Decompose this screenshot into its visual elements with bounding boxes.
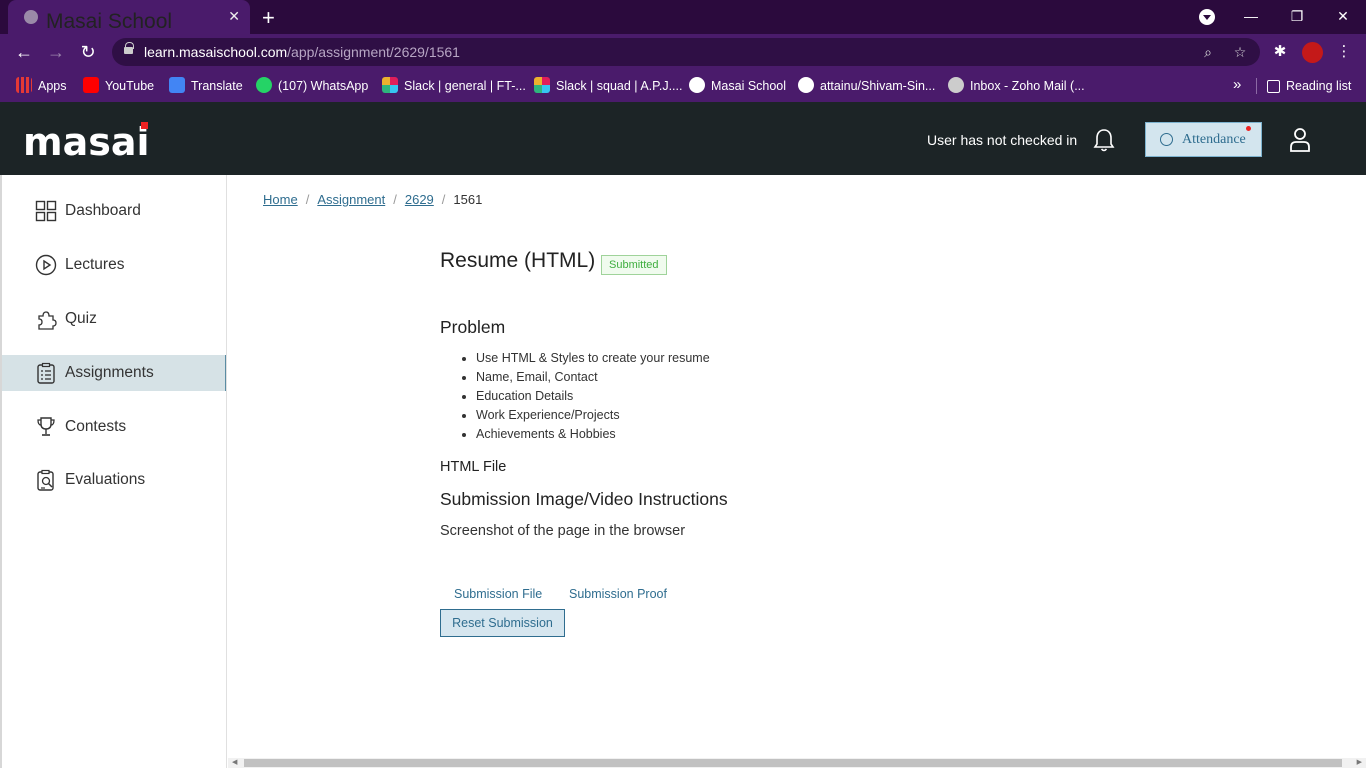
bookmark-slack-general[interactable]: Slack | general | FT-...	[382, 77, 526, 95]
lock-icon[interactable]	[124, 42, 134, 57]
clipboard-icon	[37, 362, 55, 384]
bookmark-slack-squad[interactable]: Slack | squad | A.P.J....	[534, 77, 682, 95]
submission-file-link[interactable]: Submission File	[454, 587, 542, 601]
breadcrumb-home-link[interactable]: Home	[263, 192, 298, 207]
forward-icon[interactable]: →	[44, 40, 68, 64]
sidebar-item-lectures[interactable]: Lectures	[2, 247, 226, 283]
scroll-left-icon[interactable]: ◀	[232, 758, 237, 766]
bookmark-masai-school[interactable]: Masai School	[689, 77, 786, 95]
menu-kebab-icon[interactable]: ⋮	[1334, 42, 1354, 62]
checkin-status: User has not checked in	[927, 132, 1078, 148]
breadcrumb-separator: /	[441, 192, 446, 207]
assignment-title: Resume (HTML)	[440, 249, 596, 272]
masai-favicon-icon	[689, 77, 705, 93]
new-tab-icon[interactable]: +	[262, 5, 275, 31]
address-bar[interactable]: learn.masaischool.com/app/assignment/262…	[112, 38, 1260, 66]
zoom-icon[interactable]: ⌕	[1198, 42, 1218, 62]
tab-title: Masai School	[46, 10, 173, 33]
problem-heading: Problem	[440, 317, 506, 337]
breadcrumb-assignment-link[interactable]: Assignment	[317, 192, 385, 207]
list-item: Work Experience/Projects	[476, 407, 710, 426]
attendance-button[interactable]: Attendance	[1145, 122, 1262, 157]
youtube-icon	[83, 77, 99, 93]
sidebar-item-quiz[interactable]: Quiz	[2, 301, 226, 337]
bookmarks-divider	[1256, 78, 1257, 94]
status-badge: Submitted	[601, 255, 667, 275]
back-icon[interactable]: ←	[12, 40, 36, 64]
breadcrumb-id-link[interactable]: 2629	[405, 192, 434, 207]
trophy-icon	[37, 417, 55, 436]
user-profile-icon[interactable]	[1288, 127, 1312, 153]
sidebar-item-evaluations[interactable]: Evaluations	[2, 462, 226, 498]
bookmark-translate[interactable]: Translate	[169, 77, 243, 95]
file-type-label: HTML File	[440, 459, 507, 475]
apps-grid-icon	[16, 77, 32, 93]
slack-icon	[382, 77, 398, 93]
bookmark-whatsapp[interactable]: (107) WhatsApp	[256, 77, 368, 95]
sidebar-item-dashboard[interactable]: Dashboard	[2, 193, 226, 229]
problem-list: Use HTML & Styles to create your resume …	[476, 350, 710, 445]
bookmark-youtube[interactable]: YouTube	[83, 77, 154, 95]
attendance-notification-dot	[1246, 126, 1251, 131]
tab-search-icon[interactable]	[1199, 9, 1215, 25]
zoho-mail-icon	[948, 77, 964, 93]
breadcrumb-separator: /	[393, 192, 397, 207]
url-text[interactable]: learn.masaischool.com/app/assignment/262…	[144, 44, 460, 60]
submission-instruction-text: Screenshot of the page in the browser	[440, 523, 686, 539]
restore-icon[interactable]: ❐	[1274, 0, 1320, 34]
minimize-icon[interactable]: —	[1228, 0, 1274, 34]
reload-icon[interactable]: ↻	[76, 40, 100, 64]
logo-dot	[140, 122, 148, 129]
close-window-icon[interactable]: ✕	[1320, 0, 1366, 34]
scrollbar-thumb[interactable]	[244, 759, 1342, 767]
evaluation-icon	[37, 469, 54, 491]
slack-icon	[534, 77, 550, 93]
reading-list-button[interactable]: Reading list	[1267, 77, 1351, 95]
profile-avatar-icon[interactable]	[1302, 42, 1323, 63]
browser-tab-bar: Masai School ✕ + — ❐ ✕	[0, 0, 1366, 34]
horizontal-scrollbar[interactable]: ◀ ▶	[228, 758, 1366, 768]
bookmark-star-icon[interactable]: ☆	[1230, 42, 1250, 62]
play-icon	[35, 254, 57, 276]
translate-icon	[169, 77, 185, 93]
github-icon	[798, 77, 814, 93]
whatsapp-icon	[256, 77, 272, 93]
puzzle-icon	[38, 311, 57, 330]
scroll-right-icon[interactable]: ▶	[1357, 758, 1362, 766]
more-bookmarks-icon[interactable]: »	[1233, 76, 1241, 93]
browser-toolbar: ← → ↻ learn.masaischool.com/app/assignme…	[0, 34, 1366, 70]
breadcrumb: Home / Assignment / 2629 / 1561	[263, 192, 482, 207]
reset-submission-button[interactable]: Reset Submission	[440, 609, 565, 637]
masai-logo[interactable]: masai	[23, 120, 150, 164]
list-item: Achievements & Hobbies	[476, 426, 710, 445]
bookmarks-bar: Apps YouTube Translate (107) WhatsApp Sl…	[0, 70, 1366, 102]
list-item: Name, Email, Contact	[476, 369, 710, 388]
browser-tab[interactable]: Masai School ✕	[8, 0, 250, 34]
breadcrumb-current: 1561	[453, 192, 483, 207]
bookmark-github[interactable]: attainu/Shivam-Sin...	[798, 77, 935, 95]
reading-list-icon	[1267, 80, 1280, 93]
attendance-clock-icon	[1160, 133, 1173, 146]
submission-proof-link[interactable]: Submission Proof	[569, 587, 667, 601]
close-tab-icon[interactable]: ✕	[228, 8, 240, 25]
sidebar-item-contests[interactable]: Contests	[2, 409, 226, 445]
globe-icon	[24, 10, 38, 24]
sidebar-item-assignments[interactable]: Assignments	[2, 355, 226, 391]
bookmark-apps[interactable]: Apps	[16, 77, 67, 95]
extensions-icon[interactable]: ✱	[1270, 42, 1290, 62]
list-item: Use HTML & Styles to create your resume	[476, 350, 710, 369]
submission-instructions-heading: Submission Image/Video Instructions	[440, 489, 728, 509]
list-item: Education Details	[476, 388, 710, 407]
dashboard-icon	[35, 200, 57, 222]
breadcrumb-separator: /	[305, 192, 310, 207]
bookmark-zoho-mail[interactable]: Inbox - Zoho Mail (...	[948, 77, 1085, 95]
app-header: masai User has not checked in Attendance	[0, 102, 1366, 175]
bell-icon[interactable]	[1092, 127, 1116, 153]
